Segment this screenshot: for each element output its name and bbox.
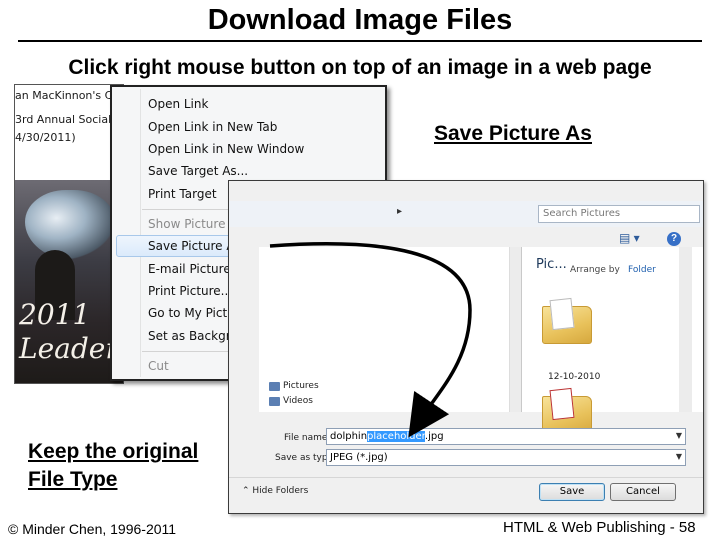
web-page-preview: an MacKinnon's C 3rd Annual Social 4/30/…: [14, 84, 124, 384]
save-button[interactable]: Save: [539, 483, 605, 501]
callout-keep-file-type: Keep the original File Type: [28, 438, 198, 494]
file-name-extension: .jpg: [424, 431, 444, 442]
menu-item-print-target[interactable]: Print Target: [148, 187, 217, 201]
slide-title: Download Image Files: [207, 4, 513, 36]
nav-item-pictures[interactable]: Pictures: [283, 381, 319, 391]
save-picture-dialog: ▸ ▾ ↻ Search Pictures ▤ ▾ ? Pictures Vid…: [228, 180, 704, 514]
arrange-by-dropdown[interactable]: Folder: [628, 265, 656, 275]
pictures-library-icon: [269, 382, 280, 391]
views-icon[interactable]: ▤ ▾: [619, 231, 640, 245]
chevron-down-icon[interactable]: ▼: [676, 431, 682, 440]
image-caption-word: Leader: [19, 332, 119, 365]
folder-icon[interactable]: [542, 297, 592, 344]
folder-label[interactable]: 12-10-2010: [548, 372, 600, 382]
file-name-prefix: dolphin: [330, 431, 368, 442]
library-title: Pic...: [536, 257, 567, 272]
footer-page-label: HTML & Web Publishing - 58: [503, 519, 696, 536]
save-as-type-select[interactable]: JPEG (*.jpg) ▼: [326, 449, 686, 466]
menu-item-show-picture: Show Picture: [148, 217, 226, 231]
web-page-text-2: 3rd Annual Social: [15, 113, 112, 126]
arrange-by-label: Arrange by: [570, 265, 620, 275]
file-name-label: File name:: [284, 433, 331, 443]
menu-item-open-link-new-window[interactable]: Open Link in New Window: [148, 142, 304, 156]
search-input[interactable]: Search Pictures: [538, 205, 700, 223]
hide-folders-toggle[interactable]: ⌃ Hide Folders: [242, 486, 308, 496]
hide-folders-label: Hide Folders: [252, 486, 309, 496]
file-name-input[interactable]: dolphinplaceholder.jpg ▼: [326, 428, 686, 445]
chevron-down-icon[interactable]: ▼: [676, 452, 682, 461]
save-as-type-value: JPEG (*.jpg): [330, 452, 388, 463]
title-divider: [18, 40, 702, 42]
menu-item-save-target-as[interactable]: Save Target As...: [148, 164, 248, 178]
image-caption-year: 2011: [19, 298, 91, 331]
callout-save-picture-as: Save Picture As: [434, 122, 592, 145]
callout-keep-line-1: Keep the original: [28, 440, 199, 463]
dialog-footer-divider: [229, 477, 703, 478]
file-name-selection: placeholder: [367, 431, 425, 442]
menu-item-cut: Cut: [148, 359, 169, 373]
navigation-scrollbar[interactable]: [509, 247, 521, 412]
web-page-image[interactable]: 2011 Leader: [15, 180, 123, 383]
nav-item-videos[interactable]: Videos: [283, 396, 313, 406]
footer-copyright: © Minder Chen, 1996-2011: [8, 521, 177, 537]
menu-item-open-link-new-tab[interactable]: Open Link in New Tab: [148, 120, 277, 134]
videos-library-icon: [269, 397, 280, 406]
file-list-scrollbar[interactable]: [679, 247, 692, 412]
cancel-button[interactable]: Cancel: [610, 483, 676, 501]
menu-icon-gutter: [140, 89, 141, 377]
callout-keep-line-2: File Type: [28, 468, 118, 491]
web-page-text-1: an MacKinnon's C: [15, 89, 113, 102]
chevron-up-icon: ⌃: [242, 486, 253, 496]
help-icon[interactable]: ?: [667, 232, 681, 246]
dolphin-sculpture-image: [25, 190, 115, 260]
menu-item-print-picture[interactable]: Print Picture...: [148, 284, 232, 298]
menu-item-open-link[interactable]: Open Link: [148, 97, 208, 111]
slide-subtitle: Click right mouse button on top of an im…: [68, 56, 652, 79]
web-page-text-3: 4/30/2011): [15, 131, 76, 144]
